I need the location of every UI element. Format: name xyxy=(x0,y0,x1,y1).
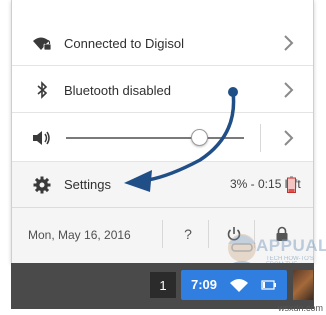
bluetooth-row[interactable]: Bluetooth disabled xyxy=(12,67,313,113)
divider xyxy=(162,220,163,248)
wifi-icon xyxy=(230,279,248,292)
date-label: Mon, May 16, 2016 xyxy=(28,228,131,242)
settings-row[interactable]: Settings 3% - 0:15 left xyxy=(12,162,313,208)
divider xyxy=(208,220,209,248)
site-label: wsxdn.com xyxy=(278,303,324,313)
gear-icon xyxy=(32,175,52,195)
settings-label: Settings xyxy=(64,177,111,192)
chevron-right-icon[interactable] xyxy=(281,129,295,147)
bluetooth-label: Bluetooth disabled xyxy=(64,83,171,98)
chevron-right-icon[interactable] xyxy=(281,81,295,99)
network-row[interactable]: Connected to Digisol xyxy=(12,20,313,66)
network-label: Connected to Digisol xyxy=(64,36,184,51)
divider xyxy=(260,124,261,152)
bluetooth-icon xyxy=(32,80,52,100)
volume-slider-thumb[interactable] xyxy=(190,129,208,146)
clock-time: 7:09 xyxy=(191,277,218,292)
avatar[interactable] xyxy=(293,270,313,300)
battery-low-icon xyxy=(287,176,296,193)
watermark-title: APPUALS xyxy=(256,236,326,255)
chevron-right-icon[interactable] xyxy=(281,34,295,52)
notification-count-badge[interactable]: 1 xyxy=(150,272,176,298)
battery-tray-icon xyxy=(261,280,276,290)
speaker-icon[interactable] xyxy=(32,128,52,148)
volume-row xyxy=(12,114,313,162)
help-button[interactable]: ? xyxy=(179,224,197,244)
help-icon: ? xyxy=(184,226,192,242)
volume-slider-track[interactable] xyxy=(66,137,244,139)
shelf: 1 7:09 xyxy=(11,263,314,309)
status-tray[interactable]: 7:09 xyxy=(181,270,287,300)
system-status-menu: Connected to Digisol Bluetooth disabled xyxy=(11,0,314,263)
wifi-locked-icon xyxy=(32,33,52,53)
